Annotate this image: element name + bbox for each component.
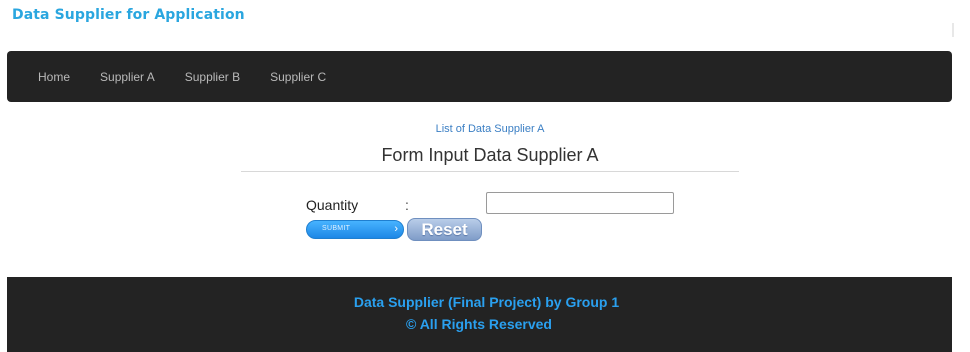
footer-copyright: © All Rights Reserved (406, 316, 552, 332)
divider (241, 171, 739, 172)
nav-item-supplier-b[interactable]: Supplier B (185, 70, 240, 84)
quantity-label: Quantity (306, 197, 359, 213)
footer-credit: Data Supplier (Final Project) by Group 1 (353, 294, 620, 310)
nav-item-supplier-a[interactable]: Supplier A (100, 70, 155, 84)
footer: Data Supplier (Final Project) by Group 1… (7, 277, 952, 352)
navbar: Home Supplier A Supplier B Supplier C (7, 51, 952, 102)
nav-item-supplier-c[interactable]: Supplier C (270, 70, 326, 84)
nav-item-home[interactable]: Home (38, 70, 70, 84)
form-title: Form Input Data Supplier A (381, 145, 599, 165)
chevron-right-icon: › (394, 223, 398, 235)
reset-button[interactable]: Reset (407, 218, 482, 241)
submit-label: SUBMIT (322, 225, 351, 232)
quantity-colon: : (405, 197, 409, 213)
scrollbar-edge (952, 23, 954, 37)
page: Data Supplier for Application Home Suppl… (0, 0, 970, 352)
submit-button[interactable]: SUBMIT › (306, 220, 404, 239)
quantity-input[interactable] (486, 192, 674, 214)
brand-title: Data Supplier for Application (12, 7, 245, 23)
list-supplier-link[interactable]: List of Data Supplier A (0, 123, 970, 135)
